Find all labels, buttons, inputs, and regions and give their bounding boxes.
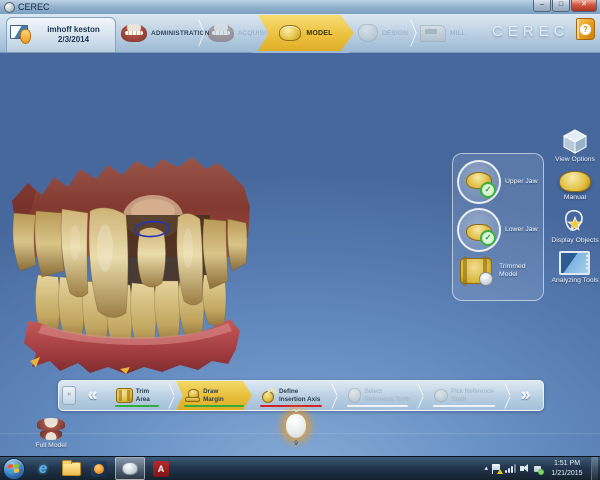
patient-date: 2/3/2014	[32, 35, 115, 45]
lower-jaw-button[interactable]: ✓ Lower Jaw	[457, 208, 539, 252]
check-icon: ✓	[480, 182, 496, 198]
show-desktop-button[interactable]	[591, 457, 598, 480]
tooth-indicator[interactable]: 9	[279, 409, 313, 447]
network-icon[interactable]	[505, 464, 516, 473]
status-underline	[184, 405, 244, 407]
trimmed-model-button[interactable]: Trimmed Model	[457, 256, 539, 286]
start-button[interactable]	[3, 458, 25, 480]
upper-jaw-button[interactable]: ✓ Upper Jaw	[457, 160, 539, 204]
internet-explorer-icon: e	[39, 460, 47, 477]
internet-explorer-button[interactable]: e	[31, 458, 55, 479]
file-explorer-button[interactable]	[59, 458, 83, 479]
step-separator	[330, 384, 339, 408]
step-separator	[167, 384, 176, 408]
jaw-select-panel: ✓ Upper Jaw ✓ Lower Jaw Trimmed Model	[452, 153, 544, 301]
trimmed-model-icon	[457, 256, 495, 286]
tab-mill: MILL	[420, 14, 465, 52]
milling-machine-icon	[420, 25, 446, 42]
windows-taskbar: e A ▴ 1:51 PM 1/21/2015	[0, 456, 600, 480]
status-underline	[433, 405, 495, 407]
minimize-button[interactable]: –	[533, 0, 551, 12]
step-draw-margin[interactable]: Draw Margin	[176, 381, 252, 410]
view-tool-column: View Options Manual Display Objects Anal…	[551, 128, 599, 285]
display-objects-button[interactable]: Display Objects	[551, 209, 598, 245]
tooth-mesh-icon	[358, 24, 378, 42]
denture-icon	[208, 24, 234, 42]
patient-tab[interactable]: imhoff keston 2/3/2014	[6, 17, 116, 52]
tab-model[interactable]: MODEL	[258, 15, 354, 51]
draw-margin-icon	[185, 389, 200, 402]
tooth-number: 9	[294, 440, 298, 447]
tab-separator	[409, 19, 419, 47]
full-model-button[interactable]: Full Model	[20, 418, 82, 449]
patient-name: imhoff keston	[32, 25, 115, 35]
window-title: CEREC	[18, 2, 50, 12]
step-separator	[416, 384, 425, 408]
patient-database-icon	[10, 25, 32, 45]
step-forward-button[interactable]: »	[512, 383, 540, 408]
gold-model-icon	[279, 25, 301, 41]
clock-time: 1:51 PM	[547, 459, 587, 468]
adobe-reader-icon: A	[153, 461, 169, 477]
cerec-taskbar-button[interactable]	[115, 457, 145, 480]
windows-flag-icon	[8, 463, 19, 473]
denture-icon	[121, 24, 147, 42]
pick-tooth-icon	[434, 389, 448, 402]
teeth-3d-model[interactable]	[2, 153, 260, 375]
toolbar-collapse-button[interactable]: «	[62, 386, 76, 405]
analyzing-tools-button[interactable]: Analyzing Tools	[551, 251, 598, 285]
step-define-insertion-axis[interactable]: Define Insertion Axis	[252, 381, 330, 410]
cerec-logo: CEREC	[492, 23, 570, 40]
full-jaw-icon	[37, 418, 65, 440]
status-underline	[115, 405, 159, 407]
selected-tooth-icon	[286, 414, 306, 438]
model-viewport[interactable]: ✓ Upper Jaw ✓ Lower Jaw Trimmed Model	[0, 53, 600, 457]
close-button[interactable]: ✕	[571, 0, 597, 12]
tab-design: DESIGN	[358, 14, 408, 52]
lower-jaw-icon: ✓	[457, 208, 501, 252]
manual-button[interactable]: Manual	[559, 171, 591, 202]
insertion-axis-icon	[261, 389, 276, 402]
step-back-button[interactable]: «	[78, 383, 106, 408]
step-trim-area[interactable]: Trim Area	[107, 381, 167, 410]
upper-jaw-icon: ✓	[457, 160, 501, 204]
adobe-reader-button[interactable]: A	[149, 458, 173, 479]
step-pick-reference-tooth: Pick Reference Tooth	[425, 381, 503, 410]
check-icon: ✓	[480, 230, 496, 246]
volume-icon[interactable]	[520, 464, 529, 473]
gold-model-icon	[559, 171, 591, 192]
view-options-button[interactable]: View Options	[555, 128, 595, 164]
question-mark-icon: ?	[580, 24, 591, 35]
media-player-icon	[91, 461, 107, 477]
help-button[interactable]: ?	[576, 18, 595, 40]
cerec-app-icon	[122, 462, 138, 475]
tab-separator	[197, 19, 207, 47]
step-toolbar: « « Trim Area Draw Margin Define Inserti…	[58, 380, 544, 411]
system-tray: ▴ 1:51 PM 1/21/2015	[484, 457, 600, 480]
phase-navbar: imhoff keston 2/3/2014 ADMINISTRATION AC…	[0, 14, 600, 53]
status-underline	[260, 405, 322, 407]
desktop: CEREC – □ ✕ imhoff keston 2/3/2014 ADMIN…	[0, 0, 600, 480]
clock-date: 1/21/2015	[547, 469, 587, 478]
trim-area-icon	[116, 388, 133, 403]
hidden-icons-button[interactable]: ▴	[484, 465, 488, 472]
reference-tooth-icon	[348, 388, 361, 403]
cube-icon	[562, 128, 588, 154]
window-titlebar: CEREC – □ ✕	[0, 0, 600, 15]
media-player-button[interactable]	[87, 458, 111, 479]
monitor-chart-icon	[559, 251, 590, 275]
status-underline	[347, 405, 408, 407]
folder-icon	[62, 462, 81, 476]
step-separator	[503, 384, 512, 408]
chevron-up-icon	[293, 409, 300, 413]
tooth-star-icon	[561, 209, 589, 235]
step-select-reference-tooth: Select Reference Tooth	[339, 381, 416, 410]
maximize-button[interactable]: □	[552, 0, 570, 12]
taskbar-clock[interactable]: 1:51 PM 1/21/2015	[547, 459, 587, 478]
usb-eject-icon[interactable]	[533, 464, 543, 474]
action-center-icon[interactable]	[492, 464, 501, 474]
app-icon	[4, 2, 15, 13]
